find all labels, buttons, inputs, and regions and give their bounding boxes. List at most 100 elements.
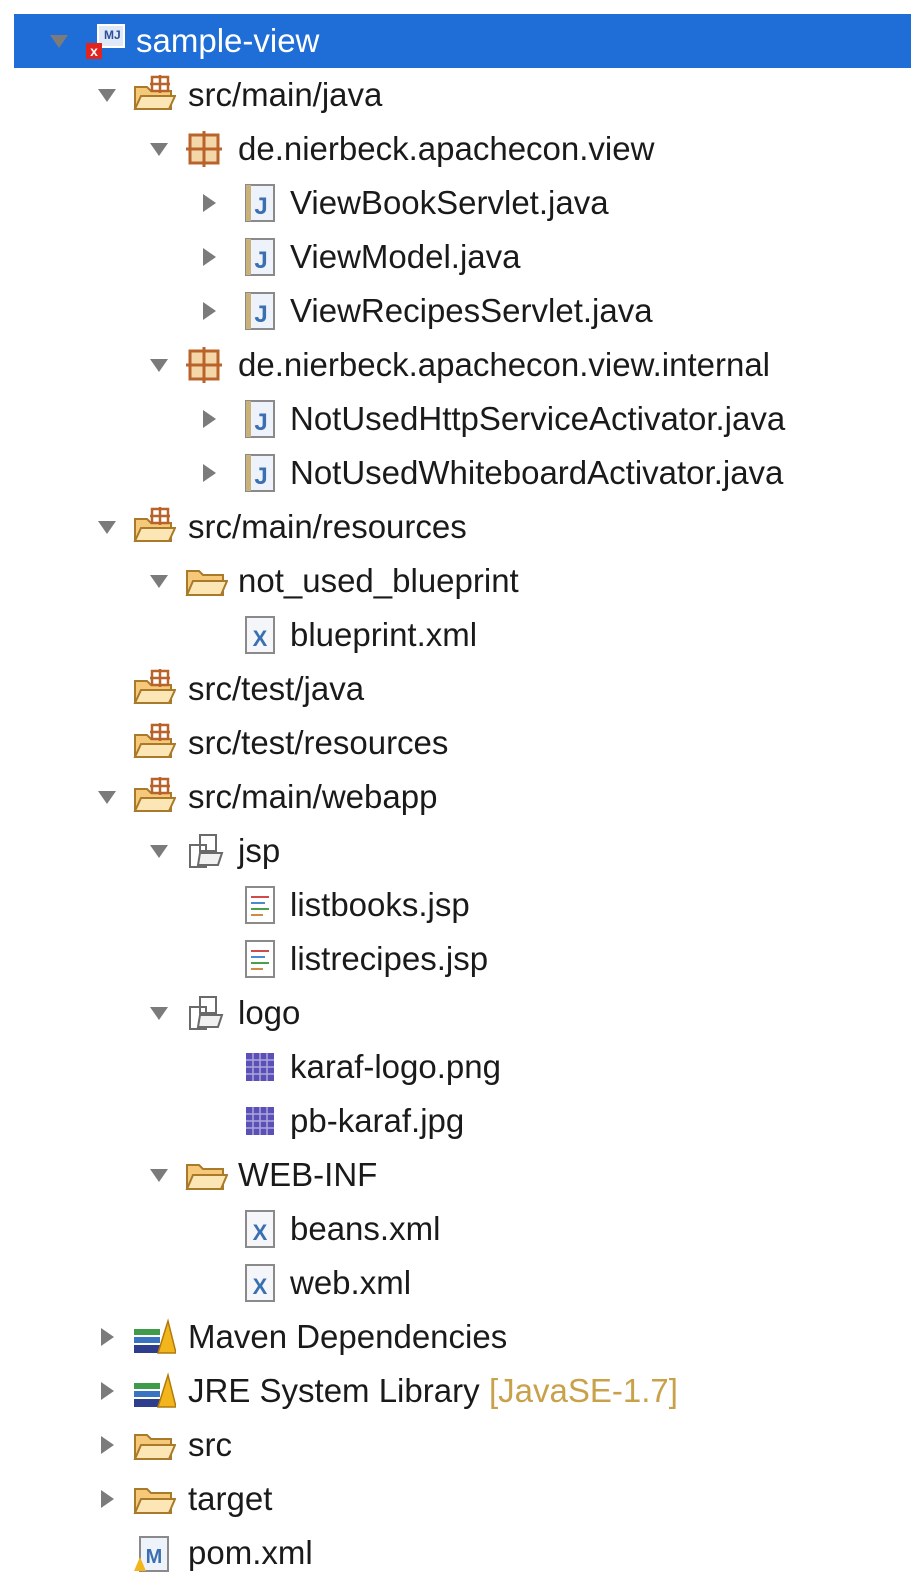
tree-item-label: target [188, 1480, 273, 1517]
web-folder-icon [184, 831, 228, 871]
tree-item-blueprint-xml[interactable]: Xblueprint.xml [0, 608, 911, 662]
tree-item-label: pb-karaf.jpg [290, 1102, 465, 1139]
folder-icon [184, 561, 229, 601]
tree-item-label: Maven Dependencies [188, 1318, 508, 1355]
tree-item-de-nierbeck-apachecon-view-internal[interactable]: de.nierbeck.apachecon.view.internal [0, 338, 911, 392]
tree-item-label: src/main/webapp [188, 778, 438, 815]
svg-text:J: J [254, 463, 267, 490]
tree-item-target[interactable]: target [0, 1472, 911, 1526]
tree-item-label: JRE System Library [188, 1372, 480, 1409]
tree-item-label: src/main/resources [188, 508, 467, 545]
folder-icon [184, 1155, 229, 1195]
tree-item-listrecipes-jsp[interactable]: listrecipes.jsp [0, 932, 911, 986]
tree-item-label: ViewRecipesServlet.java [290, 292, 653, 329]
tree-item-label: src/main/java [188, 76, 383, 113]
tree-item-listbooks-jsp[interactable]: listbooks.jsp [0, 878, 911, 932]
tree-item-maven-dependencies[interactable]: Maven Dependencies [0, 1310, 911, 1364]
expand-arrow-down-icon[interactable] [96, 84, 118, 106]
tree-item-label: src [188, 1426, 232, 1463]
xml-file-icon: X [238, 615, 282, 655]
expand-arrow-down-icon[interactable] [148, 1164, 170, 1186]
svg-text:X: X [253, 1274, 268, 1299]
tree-item-jre-system-library[interactable]: JRE System Library [JavaSE-1.7] [0, 1364, 911, 1418]
expand-arrow-right-icon[interactable] [96, 1380, 118, 1402]
source-folder-icon [132, 777, 177, 817]
expand-arrow-down-icon[interactable] [96, 786, 118, 808]
tree-item-label: ViewModel.java [290, 238, 521, 275]
tree-item-viewrecipesservlet-java[interactable]: J ViewRecipesServlet.java [0, 284, 911, 338]
xml-file-icon: X [238, 1263, 282, 1303]
expand-arrow-right-icon[interactable] [198, 192, 220, 214]
expand-arrow-down-icon[interactable] [96, 516, 118, 538]
tree-item-label: src/test/java [188, 670, 365, 707]
expand-arrow-down-icon[interactable] [148, 840, 170, 862]
tree-item-label: karaf-logo.png [290, 1048, 501, 1085]
tree-item-src-main-java[interactable]: src/main/java [0, 68, 911, 122]
tree-item-web-inf[interactable]: WEB-INF [0, 1148, 911, 1202]
tree-item-notusedhttpserviceactivator-java[interactable]: J NotUsedHttpServiceActivator.java [0, 392, 911, 446]
tree-item-label: NotUsedWhiteboardActivator.java [290, 454, 784, 491]
expand-arrow-down-icon[interactable] [148, 354, 170, 376]
tree-item-src[interactable]: src [0, 1418, 911, 1472]
tree-item-sample-view[interactable]: M J x sample-view [14, 14, 911, 68]
source-folder-icon [132, 723, 177, 763]
tree-item-label: de.nierbeck.apachecon.view [238, 130, 655, 167]
tree-item-label: ViewBookServlet.java [290, 184, 609, 221]
source-folder-icon [132, 669, 177, 709]
tree-item-label: listrecipes.jsp [290, 940, 489, 977]
tree-item-label: sample-view [136, 22, 320, 59]
tree-item-label: web.xml [290, 1264, 412, 1301]
tree-item-label: src/test/resources [188, 724, 449, 761]
tree-item-label: pom.xml [188, 1534, 313, 1571]
tree-item-not-used-blueprint[interactable]: not_used_blueprint [0, 554, 911, 608]
svg-text:J: J [254, 409, 267, 436]
expand-arrow-down-icon[interactable] [148, 1002, 170, 1024]
folder-icon [132, 1425, 177, 1465]
tree-item-label: NotUsedHttpServiceActivator.java [290, 400, 786, 437]
tree-item-src-main-webapp[interactable]: src/main/webapp [0, 770, 911, 824]
tree-item-pb-karaf-jpg[interactable]: pb-karaf.jpg [0, 1094, 911, 1148]
expand-arrow-right-icon[interactable] [198, 462, 220, 484]
package-icon [184, 129, 228, 169]
tree-item-label: beans.xml [290, 1210, 441, 1247]
tree-item-src-test-resources[interactable]: src/test/resources [0, 716, 911, 770]
svg-text:J: J [114, 28, 121, 42]
tree-item-web-xml[interactable]: Xweb.xml [0, 1256, 911, 1310]
maven-pom-icon: M [132, 1533, 176, 1573]
expand-arrow-right-icon[interactable] [198, 300, 220, 322]
expand-arrow-right-icon[interactable] [96, 1326, 118, 1348]
expand-arrow-right-icon[interactable] [198, 246, 220, 268]
tree-item-viewmodel-java[interactable]: J ViewModel.java [0, 230, 911, 284]
tree-item-decoration: [JavaSE-1.7] [489, 1372, 678, 1409]
expand-arrow-down-icon[interactable] [148, 570, 170, 592]
tree-item-notusedwhiteboardactivator-java[interactable]: J NotUsedWhiteboardActivator.java [0, 446, 911, 500]
project-explorer-tree: M J x sample-view src/main/java de.nierbe… [0, 0, 911, 1572]
expand-arrow-down-icon[interactable] [148, 138, 170, 160]
tree-item-label: WEB-INF [238, 1156, 378, 1193]
expand-arrow-right-icon[interactable] [96, 1488, 118, 1510]
tree-item-karaf-logo-png[interactable]: karaf-logo.png [0, 1040, 911, 1094]
java-file-icon: J [238, 237, 282, 277]
svg-text:J: J [254, 301, 267, 328]
svg-text:J: J [254, 247, 267, 274]
tree-item-pom-xml[interactable]: M pom.xml [0, 1526, 911, 1580]
tree-item-logo[interactable]: logo [0, 986, 911, 1040]
java-file-icon: J [238, 183, 282, 223]
expand-arrow-down-icon[interactable] [48, 30, 70, 52]
library-icon [132, 1371, 177, 1411]
tree-item-label: logo [238, 994, 301, 1031]
tree-item-src-test-java[interactable]: src/test/java [0, 662, 911, 716]
tree-item-src-main-resources[interactable]: src/main/resources [0, 500, 911, 554]
tree-item-viewbookservlet-java[interactable]: J ViewBookServlet.java [0, 176, 911, 230]
expand-arrow-right-icon[interactable] [198, 408, 220, 430]
tree-item-jsp[interactable]: jsp [0, 824, 911, 878]
image-file-icon [238, 1101, 282, 1141]
svg-text:M: M [146, 1546, 163, 1568]
java-file-icon: J [238, 399, 282, 439]
tree-item-label: de.nierbeck.apachecon.view.internal [238, 346, 771, 383]
tree-item-label: listbooks.jsp [290, 886, 470, 923]
image-file-icon [238, 1047, 282, 1087]
expand-arrow-right-icon[interactable] [96, 1434, 118, 1456]
tree-item-de-nierbeck-apachecon-view[interactable]: de.nierbeck.apachecon.view [0, 122, 911, 176]
tree-item-beans-xml[interactable]: Xbeans.xml [0, 1202, 911, 1256]
